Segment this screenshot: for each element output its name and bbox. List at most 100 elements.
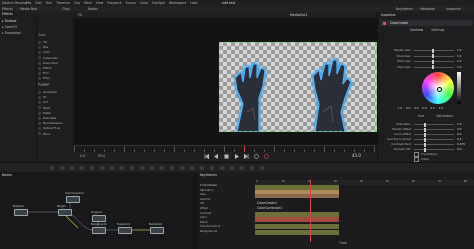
- tool-row[interactable]: Film: [38, 71, 72, 76]
- tool-button[interactable]: [150, 166, 154, 170]
- tool-row[interactable]: Color: [38, 50, 72, 55]
- inspector-toggle[interactable]: Inspector: [446, 7, 461, 11]
- tool-button[interactable]: [250, 166, 254, 170]
- current-frame[interactable]: 43.0: [352, 154, 361, 158]
- param-value[interactable]: 0.0: [457, 128, 461, 131]
- effects-toggle[interactable]: Effects: [2, 7, 13, 11]
- param-value[interactable]: 1.0: [457, 49, 461, 52]
- time-ruler[interactable]: [74, 145, 377, 152]
- tool-row[interactable]: LUT: [38, 100, 72, 105]
- tool-button[interactable]: [90, 166, 94, 170]
- tool-button[interactable]: [220, 166, 224, 170]
- tool-button[interactable]: [110, 166, 114, 170]
- keyframes-toggle[interactable]: Keyframes: [396, 7, 413, 11]
- node-color-swatch[interactable]: [383, 21, 386, 25]
- wheel-value[interactable]: 0.0: [406, 107, 410, 111]
- media-pool-toggle[interactable]: Media Pool: [20, 7, 37, 11]
- menu-item[interactable]: Edit: [35, 1, 41, 5]
- param-slider[interactable]: [414, 142, 454, 147]
- param-value[interactable]: 1.0: [457, 55, 461, 58]
- param-slider[interactable]: [414, 54, 454, 59]
- slider-knob[interactable]: [424, 147, 426, 152]
- tree-item[interactable]: ▸ Templates: [2, 32, 21, 35]
- node-polygon1[interactable]: Polygon1: [91, 211, 106, 222]
- tool-button[interactable]: [240, 166, 244, 170]
- param-slider[interactable]: [414, 132, 454, 137]
- tool-button[interactable]: [140, 166, 144, 170]
- tool-button[interactable]: [170, 166, 174, 170]
- slider-knob[interactable]: [424, 127, 426, 132]
- tool-button[interactable]: [190, 166, 194, 170]
- param-slider[interactable]: [414, 137, 454, 142]
- zoom-select[interactable]: Fit: [78, 13, 82, 17]
- viewer-canvas[interactable]: [219, 42, 377, 132]
- tool-row[interactable]: Matte: [38, 111, 72, 116]
- tool-row[interactable]: Composite: [38, 56, 72, 61]
- clips-toggle[interactable]: Clips: [62, 7, 70, 11]
- slider-knob[interactable]: [432, 54, 434, 59]
- play-icon[interactable]: [234, 154, 239, 159]
- node-background1[interactable]: Background1: [91, 223, 107, 234]
- tool-button[interactable]: [200, 166, 204, 170]
- tree-item[interactable]: ▸ OpenFX: [2, 25, 21, 29]
- track-polygon[interactable]: [255, 224, 339, 229]
- app-name[interactable]: DaVinci Resolve: [2, 1, 27, 5]
- tree-item[interactable]: ▸ Toolbox: [2, 19, 21, 23]
- tool-row[interactable]: Optical Flow: [38, 126, 72, 131]
- wheel-value[interactable]: 1.0: [398, 107, 402, 111]
- layer-item[interactable]: Background1: [200, 230, 254, 236]
- tool-button[interactable]: [260, 166, 264, 170]
- menu-item[interactable]: Help: [190, 1, 197, 5]
- tool-row[interactable]: Effect: [38, 66, 72, 71]
- tool-button[interactable]: [160, 166, 164, 170]
- tool-row[interactable]: Generator: [38, 90, 72, 95]
- wheel-value[interactable]: 1.0: [439, 107, 443, 111]
- menu-item[interactable]: Playback: [107, 1, 121, 5]
- param-value[interactable]: 1.0: [457, 123, 461, 126]
- node-mediain1[interactable]: MediaIn1: [13, 205, 28, 216]
- wheel-value[interactable]: 0.0: [422, 107, 426, 111]
- tool-button[interactable]: [230, 166, 234, 170]
- menu-item[interactable]: Timeline: [56, 1, 70, 5]
- menu-item[interactable]: Workspace: [169, 1, 186, 5]
- slider-knob[interactable]: [432, 65, 434, 70]
- skip-back-icon[interactable]: [204, 154, 209, 159]
- param-value[interactable]: 0.0: [457, 133, 461, 136]
- start-frame[interactable]: 0.0: [80, 154, 85, 158]
- menu-item[interactable]: Fusion: [126, 1, 136, 5]
- param-value[interactable]: 0.0: [457, 138, 461, 141]
- slider-knob[interactable]: [424, 142, 426, 147]
- wheel-picker[interactable]: [436, 86, 442, 92]
- tool-button[interactable]: [70, 166, 74, 170]
- track-background[interactable]: [255, 217, 339, 222]
- node-merge1[interactable]: Merge1: [57, 205, 72, 216]
- tool-row[interactable]: Deep Pixel: [38, 61, 72, 66]
- param-slider[interactable]: [414, 65, 454, 70]
- track-transform[interactable]: [255, 230, 339, 235]
- slider-knob[interactable]: [424, 122, 426, 127]
- menu-item[interactable]: Fairlight: [152, 1, 165, 5]
- tool-button[interactable]: [100, 166, 104, 170]
- menu-item[interactable]: Color: [140, 1, 148, 5]
- node-mediaout1[interactable]: MediaOut1: [149, 223, 164, 234]
- slider-knob[interactable]: [432, 48, 434, 53]
- slider-knob[interactable]: [424, 132, 426, 137]
- param-slider[interactable]: [414, 147, 454, 152]
- param-slider[interactable]: [414, 127, 454, 132]
- node-transform1[interactable]: Transform1: [117, 223, 132, 234]
- tool-row[interactable]: Mask: [38, 106, 72, 111]
- tool-button[interactable]: [60, 166, 64, 170]
- tool-row[interactable]: 3D: [38, 40, 72, 45]
- tool-button[interactable]: [120, 166, 124, 170]
- wheel-value[interactable]: 0.0: [414, 107, 418, 111]
- tool-row[interactable]: Miscellaneous: [38, 121, 72, 126]
- wheel-value[interactable]: 0.0: [431, 107, 435, 111]
- tool-row[interactable]: Filter: [38, 76, 72, 81]
- loop-icon[interactable]: [254, 154, 259, 159]
- param-value[interactable]: 0.0: [457, 148, 461, 151]
- skip-forward-icon[interactable]: [244, 154, 249, 159]
- menu-item[interactable]: Clip: [74, 1, 80, 5]
- tool-button[interactable]: [130, 166, 134, 170]
- menu-item[interactable]: Trim: [46, 1, 53, 5]
- end-frame[interactable]: 95.0: [98, 154, 105, 158]
